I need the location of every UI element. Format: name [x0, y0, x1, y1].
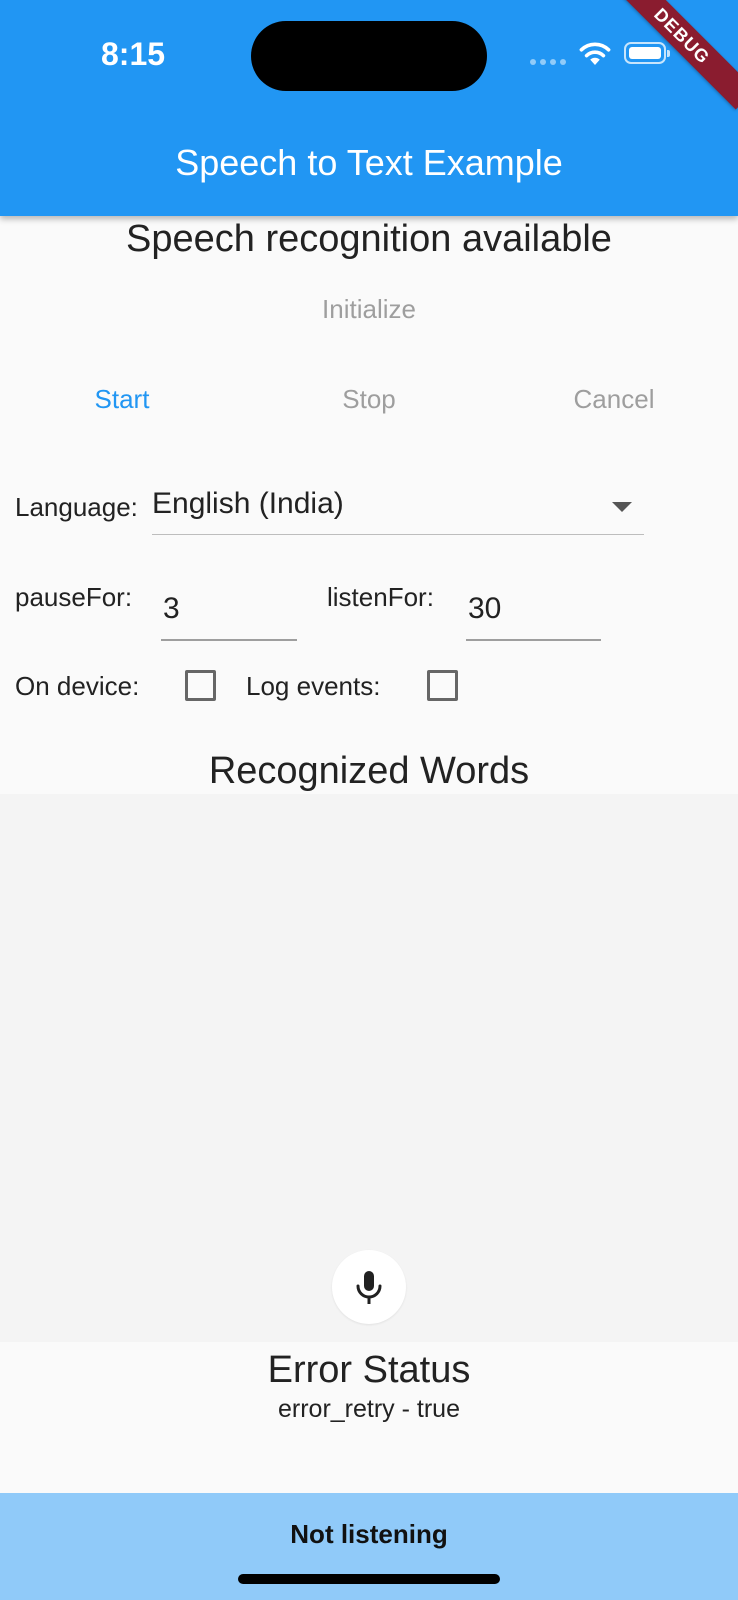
mic-icon	[356, 1271, 382, 1304]
on-device-checkbox[interactable]	[185, 670, 216, 701]
log-events-checkbox[interactable]	[427, 670, 458, 701]
cancel-button[interactable]: Cancel	[554, 384, 674, 415]
listen-for-label: listenFor:	[327, 582, 434, 612]
app-bar: 8:15 Speech to Text Example	[0, 0, 738, 216]
on-device-label: On device:	[15, 671, 140, 701]
battery-icon	[624, 42, 670, 64]
availability-status: Speech recognition available	[126, 218, 612, 260]
wifi-icon	[579, 42, 611, 65]
mic-button[interactable]	[332, 1250, 406, 1324]
language-dropdown[interactable]: English (India)	[152, 480, 644, 535]
language-label: Language:	[15, 492, 138, 522]
language-selected-value: English (India)	[152, 487, 344, 520]
pause-for-label: pauseFor:	[15, 582, 133, 612]
listen-for-input[interactable]	[466, 579, 601, 641]
dynamic-island	[251, 21, 487, 91]
home-indicator	[238, 1574, 500, 1584]
dropdown-arrow-icon	[612, 502, 632, 512]
start-button[interactable]: Start	[62, 384, 182, 415]
error-status-message: error_retry - true	[278, 1395, 460, 1423]
error-status-heading: Error Status	[267, 1349, 471, 1391]
app-bar-title: Speech to Text Example	[175, 142, 563, 183]
listening-status-text: Not listening	[290, 1519, 448, 1549]
stop-button[interactable]: Stop	[309, 384, 429, 415]
cellular-signal-icon	[530, 59, 566, 65]
initialize-button[interactable]: Initialize	[269, 294, 469, 325]
log-events-label: Log events:	[246, 671, 381, 701]
recognized-words-heading: Recognized Words	[208, 750, 530, 792]
pause-for-input[interactable]	[161, 579, 297, 641]
status-time: 8:15	[101, 36, 166, 72]
